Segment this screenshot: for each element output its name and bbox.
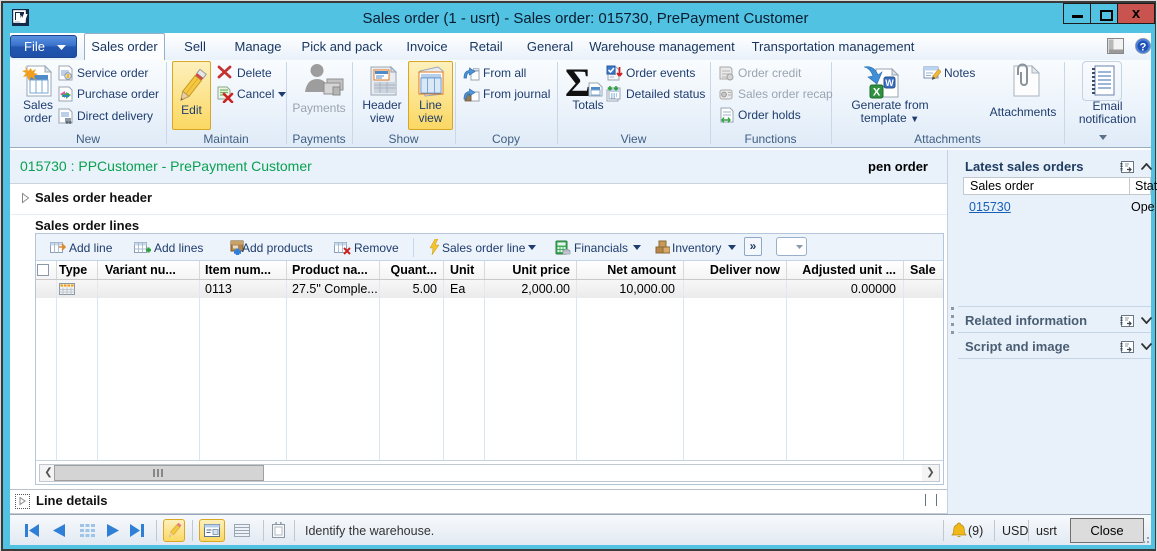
svg-text:?: ? <box>1140 42 1147 54</box>
svg-text:W: W <box>885 78 894 88</box>
svg-text:X: X <box>873 87 881 99</box>
